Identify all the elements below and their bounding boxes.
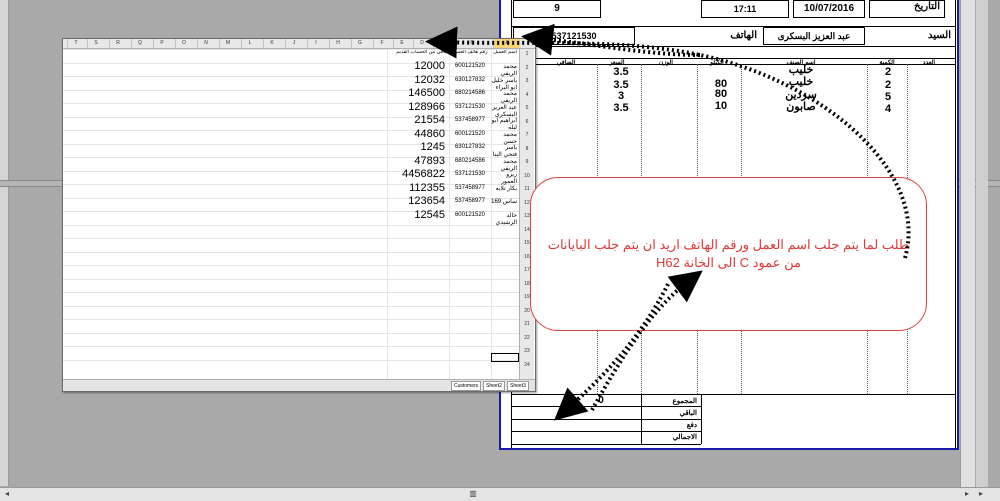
arrow-to-callout: [590, 270, 703, 411]
arrow-to-total: [554, 283, 670, 421]
annotation-arrows: [425, 23, 911, 421]
arrow-to-sheet-header: [425, 26, 911, 259]
